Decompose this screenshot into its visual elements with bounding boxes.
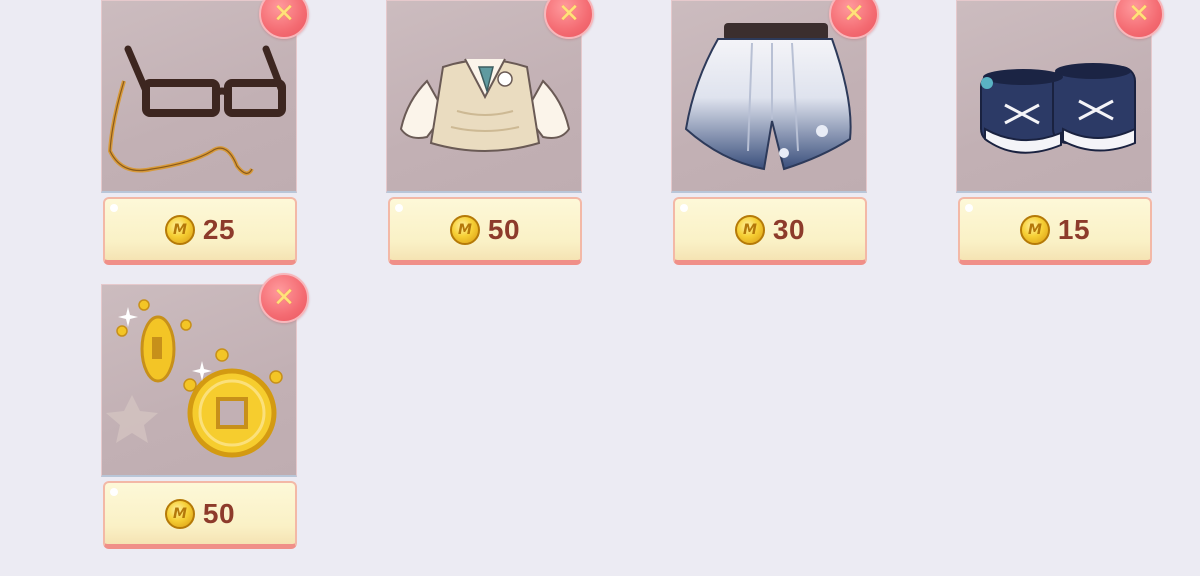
item-slot-vest: ✕ M 50: [386, 0, 594, 272]
close-icon: ✕: [1128, 0, 1150, 29]
price-value: 50: [487, 213, 521, 245]
coin-icon: M: [164, 214, 195, 245]
coin-icon: M: [164, 498, 195, 529]
close-icon: ✕: [273, 0, 295, 29]
price-tag[interactable]: M 50: [388, 197, 582, 265]
coin-icon: M: [449, 214, 480, 245]
price-tag[interactable]: M 30: [673, 197, 867, 265]
close-icon: ✕: [558, 0, 580, 29]
item-slot-shorts: ✕ M 30: [671, 0, 879, 272]
price-value: 15: [1057, 213, 1091, 245]
item-slot-coins: ✕ M 50: [101, 273, 309, 556]
close-icon: ✕: [843, 0, 865, 29]
price-tag[interactable]: M 15: [958, 197, 1152, 265]
price-value: 25: [202, 213, 236, 245]
item-slot-sneakers: ✕ M 15: [956, 0, 1164, 272]
coin-icon: M: [734, 214, 765, 245]
remove-button[interactable]: ✕: [259, 273, 309, 323]
price-tag[interactable]: M 50: [103, 481, 297, 549]
item-slot-glasses: ✕ M 25: [101, 0, 309, 272]
price-value: 50: [202, 497, 236, 529]
price-tag[interactable]: M 25: [103, 197, 297, 265]
price-value: 30: [772, 213, 806, 245]
coin-icon: M: [1019, 214, 1050, 245]
close-icon: ✕: [273, 283, 295, 313]
